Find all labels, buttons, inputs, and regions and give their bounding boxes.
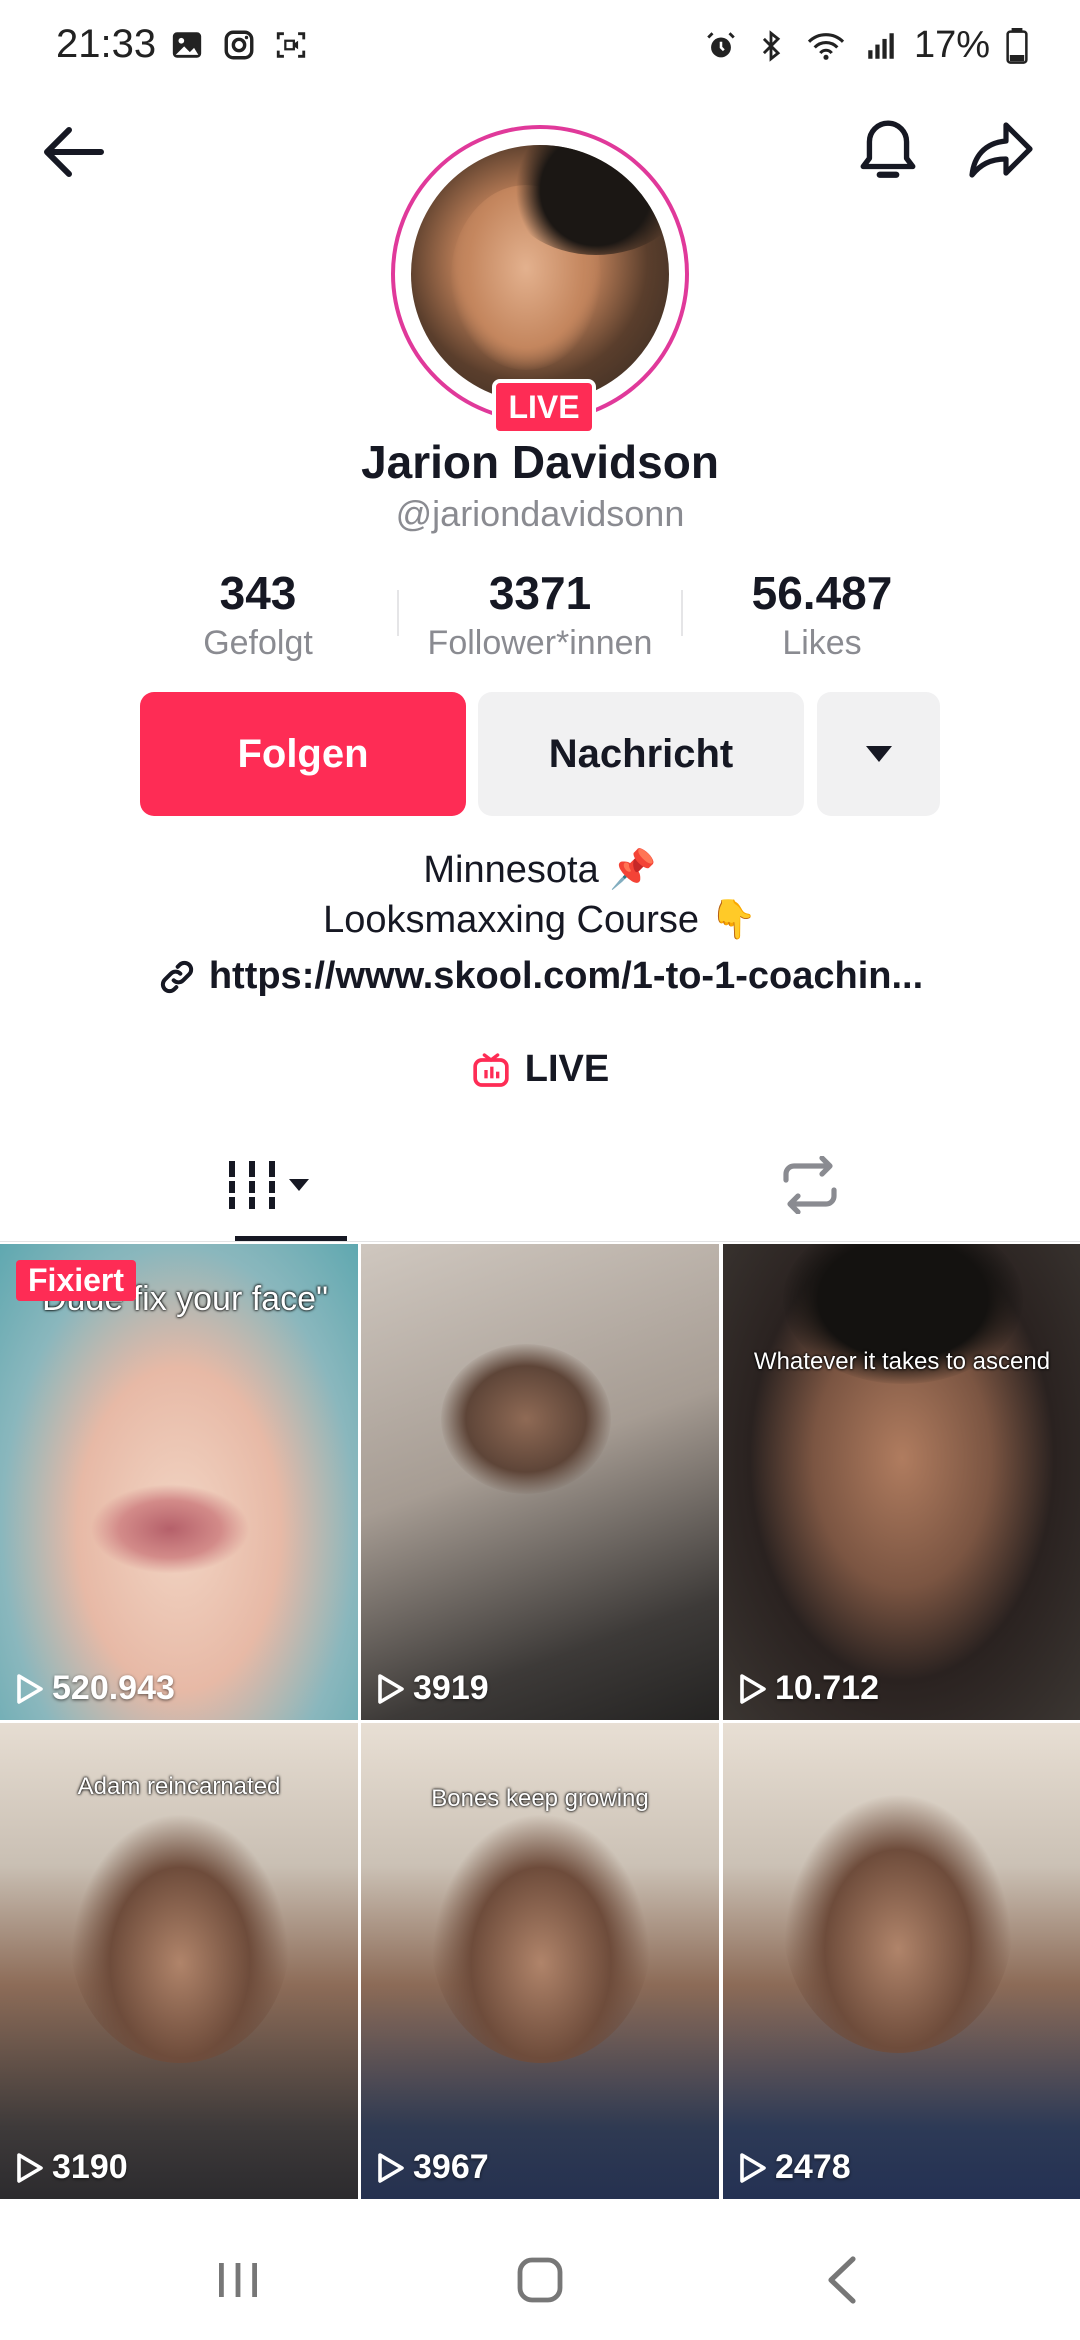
video-views: 10.712 <box>739 1669 879 1708</box>
caret-down-icon <box>865 746 892 762</box>
stat-divider <box>397 590 399 636</box>
video-caption: Whatever it takes to ascend <box>753 1348 1051 1375</box>
video-views-count: 3190 <box>52 2148 128 2186</box>
video-views-count: 3919 <box>413 1669 489 1707</box>
recent-apps-icon <box>219 2263 257 2297</box>
video-views: 2478 <box>739 2148 851 2187</box>
play-icon <box>17 1673 43 1704</box>
play-icon <box>378 1673 404 1704</box>
video-thumbnail-detail <box>431 1813 651 2063</box>
pinned-badge: Fixiert <box>16 1260 137 1301</box>
video-tile[interactable]: 3919 <box>361 1244 719 1720</box>
stat-divider <box>681 590 683 636</box>
video-tile[interactable]: Adam reincarnated 3190 <box>0 1723 358 2199</box>
bell-icon <box>860 120 916 178</box>
play-icon <box>378 2152 404 2183</box>
repost-icon <box>783 1156 837 1214</box>
live-row[interactable]: LIVE <box>0 1048 1080 1091</box>
live-tv-icon <box>473 1052 509 1087</box>
battery-icon <box>1006 27 1028 64</box>
stat-followers[interactable]: 3371 Follower*innen <box>400 566 680 663</box>
avatar[interactable] <box>411 145 669 403</box>
video-tile[interactable]: 2478 <box>723 1723 1080 2199</box>
status-right: 17% <box>704 24 1028 67</box>
instagram-icon <box>224 30 254 60</box>
likes-label: Likes <box>782 624 862 662</box>
video-caption: Bones keep growing <box>431 1785 649 1812</box>
play-icon <box>17 2152 43 2183</box>
video-views: 3967 <box>377 2148 489 2187</box>
alarm-icon <box>707 31 735 57</box>
video-views: 520.943 <box>16 1669 175 1708</box>
video-tile[interactable]: "Dude fix your face" Fixiert 520.943 <box>0 1244 358 1720</box>
more-options-button[interactable] <box>817 692 940 816</box>
video-views-count: 2478 <box>775 2148 851 2186</box>
bluetooth-icon <box>762 29 781 62</box>
gallery-icon <box>172 32 202 58</box>
screen-record-icon <box>276 32 306 58</box>
live-row-label: LIVE <box>524 1048 610 1090</box>
video-thumbnail-detail <box>90 1484 250 1574</box>
tab-divider <box>0 1241 1080 1242</box>
bio-link[interactable]: https://www.skool.com/1-to-1-coachin... <box>0 955 1080 998</box>
profile-handle: @jariondavidsonn <box>395 493 685 534</box>
home-icon <box>517 2257 563 2303</box>
play-icon <box>740 1673 766 1704</box>
video-views-count: 3967 <box>413 2148 489 2186</box>
system-back-icon <box>828 2256 856 2304</box>
grid-feed-icon <box>225 1161 309 1209</box>
profile-name: Jarion Davidson <box>361 436 719 488</box>
share-button[interactable] <box>961 110 1041 190</box>
bio-line-2: Looksmaxxing Course 👇 <box>323 899 757 941</box>
signal-icon <box>868 32 894 59</box>
following-count: 343 <box>219 567 297 619</box>
link-icon <box>160 960 193 993</box>
notification-bell-button[interactable] <box>848 110 928 190</box>
video-tile[interactable]: Whatever it takes to ascend 10.712 <box>723 1244 1080 1720</box>
video-caption: Adam reincarnated <box>77 1773 281 1800</box>
video-views-count: 10.712 <box>775 1669 879 1707</box>
status-notification-icons <box>170 28 308 62</box>
back-button[interactable] <box>34 112 114 192</box>
video-views: 3190 <box>16 2148 128 2187</box>
video-views: 3919 <box>377 1669 489 1708</box>
system-back-button[interactable] <box>782 2230 902 2330</box>
video-thumbnail-detail <box>783 1793 1013 2053</box>
live-badge[interactable]: LIVE <box>492 379 596 435</box>
video-thumbnail-detail <box>441 1344 611 1494</box>
tab-videos[interactable] <box>0 1130 540 1240</box>
share-arrow-icon <box>969 122 1033 178</box>
video-views-count: 520.943 <box>52 1669 175 1707</box>
message-button[interactable]: Nachricht <box>478 692 804 816</box>
tab-reposts[interactable] <box>540 1130 1080 1240</box>
bio-line-1: Minnesota 📌 <box>423 849 657 891</box>
recent-apps-button[interactable] <box>178 2230 298 2330</box>
wifi-icon <box>807 32 845 60</box>
likes-count: 56.487 <box>751 567 893 619</box>
video-thumbnail-detail <box>70 1813 290 2063</box>
status-time: 21:33 <box>56 22 157 66</box>
following-label: Gefolgt <box>203 624 313 662</box>
followers-count: 3371 <box>488 567 592 619</box>
followers-label: Follower*innen <box>427 624 653 662</box>
video-tile[interactable]: Bones keep growing 3967 <box>361 1723 719 2199</box>
follow-button[interactable]: Folgen <box>140 692 466 816</box>
back-arrow-icon <box>44 127 104 177</box>
stat-following[interactable]: 343 Gefolgt <box>158 566 358 663</box>
stat-likes[interactable]: 56.487 Likes <box>722 566 922 663</box>
bio-link-text: https://www.skool.com/1-to-1-coachin... <box>208 955 924 997</box>
home-button[interactable] <box>480 2230 600 2330</box>
battery-percent: 17% <box>913 24 990 66</box>
play-icon <box>740 2152 766 2183</box>
